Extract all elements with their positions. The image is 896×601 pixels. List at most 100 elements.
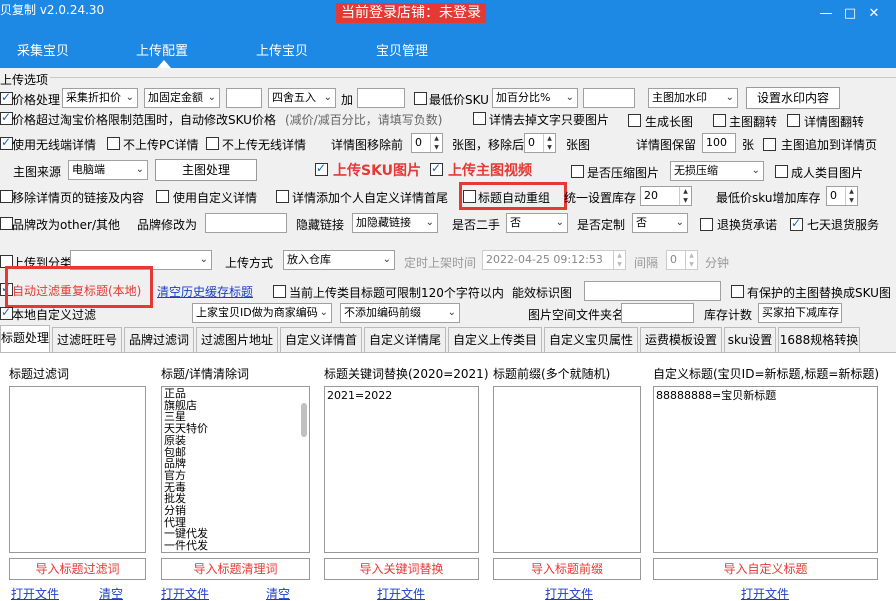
price-value-input[interactable] xyxy=(226,88,262,108)
detail-flip-checkbox[interactable] xyxy=(787,114,800,127)
main-source-select[interactable]: 电脑端 ⌄ xyxy=(68,160,148,180)
import-keyword-replace-button[interactable]: 导入关键词替换 xyxy=(324,558,479,580)
second-hand-select[interactable]: 否 ⌄ xyxy=(506,213,568,233)
brand-value-input[interactable] xyxy=(205,213,287,233)
upload-main-video-label: 上传主图视频 xyxy=(448,163,532,179)
active-tab-caret-icon xyxy=(157,60,171,68)
no-pc-detail-checkbox[interactable] xyxy=(107,137,120,150)
main-flip-checkbox[interactable] xyxy=(713,114,726,127)
open-file-link[interactable]: 打开文件 xyxy=(741,585,789,601)
interval-spinner[interactable]: 0 ▲ ▼ xyxy=(666,250,698,270)
maximize-icon[interactable]: □ xyxy=(842,6,858,22)
recognition-input[interactable] xyxy=(584,281,721,301)
keyword-replace-textarea[interactable]: 2021=2022 xyxy=(324,386,479,553)
minimize-icon[interactable]: — xyxy=(818,6,834,22)
price-mode-select[interactable]: 采集折扣价 ⌄ xyxy=(62,88,138,108)
protected-main-image-checkbox[interactable] xyxy=(731,285,744,298)
tab-filter-image-url[interactable]: 过滤图片地址 xyxy=(196,327,278,352)
adult-goods-checkbox[interactable] xyxy=(775,165,788,178)
tab-custom-category[interactable]: 自定义上传类目 xyxy=(448,327,542,352)
main-append-detail-checkbox[interactable] xyxy=(763,138,776,151)
detail-keep-label: 详情图保留 xyxy=(636,138,697,152)
tab-custom-detail-tail[interactable]: 自定义详情尾 xyxy=(364,327,446,352)
remove-text-images-checkbox[interactable] xyxy=(473,112,486,125)
custom-made-select[interactable]: 否 ⌄ xyxy=(632,213,688,233)
clear-link[interactable]: 清空 xyxy=(99,585,123,601)
tab-strip: 标题处理 过滤旺旺号 品牌过滤词 过滤图片地址 自定义详情首 自定义详情尾 自定… xyxy=(0,325,896,352)
nav-upload-config[interactable]: 上传配置 xyxy=(136,40,188,59)
nav-collect[interactable]: 采集宝贝 xyxy=(17,40,69,59)
encoding-prefix-select[interactable]: 不添加编码前缀 ⌄ xyxy=(340,303,460,323)
stock-spinner[interactable]: 20 ▲ ▼ xyxy=(640,186,692,206)
watermark-select[interactable]: 主图加水印 ⌄ xyxy=(648,88,738,108)
return-promise-label: 退换货承诺 xyxy=(717,218,778,232)
no-wireless-detail-label: 不上传无线详情 xyxy=(222,138,307,152)
stock-count-label: 库存计数 xyxy=(704,308,753,322)
tab-filter-wangwang[interactable]: 过滤旺旺号 xyxy=(52,327,122,352)
min-sku-stock-spinner[interactable]: 0 ▲ ▼ xyxy=(826,186,858,206)
min-sku-checkbox[interactable] xyxy=(414,92,427,105)
detail-custom-header-label: 详情添加个人自定义详情首尾 xyxy=(292,191,449,205)
add-percent-select[interactable]: 加百分比% ⌄ xyxy=(492,88,578,108)
rounding-select[interactable]: 四舍五入 ⌄ xyxy=(268,88,336,108)
open-file-link[interactable]: 打开文件 xyxy=(377,585,425,601)
tab-title-processing[interactable]: 标题处理 xyxy=(0,325,50,352)
move-suffix-spinner[interactable]: 0 ▲ ▼ xyxy=(524,133,556,153)
open-file-link[interactable]: 打开文件 xyxy=(11,585,59,601)
filter-words-textarea[interactable] xyxy=(9,386,146,553)
scheduled-time-input[interactable]: 2022-04-25 09:12:53 ▲ ▼ xyxy=(482,250,626,270)
long-image-checkbox[interactable] xyxy=(628,114,641,127)
stock-count-select[interactable]: 买家拍下减库存 ⌄ xyxy=(758,303,842,323)
min-sku-stock-label: 最低价sku增加库存 xyxy=(716,191,821,205)
clear-history-link[interactable]: 清空历史缓存标题 xyxy=(157,283,253,300)
tab-shipping-template[interactable]: 运费模板设置 xyxy=(640,327,722,352)
import-clean-words-button[interactable]: 导入标题清理词 xyxy=(161,558,310,580)
scrollbar-thumb[interactable] xyxy=(301,403,307,437)
open-file-link[interactable]: 打开文件 xyxy=(161,585,209,601)
watermark-content-button[interactable]: 设置水印内容 xyxy=(746,87,840,109)
nav-upload-items[interactable]: 上传宝贝 xyxy=(256,40,308,59)
tab-sku-settings[interactable]: sku设置 xyxy=(724,327,776,352)
import-filter-words-button[interactable]: 导入标题过滤词 xyxy=(9,558,146,580)
open-file-link[interactable]: 打开文件 xyxy=(545,585,593,601)
custom-detail-checkbox[interactable] xyxy=(156,190,169,203)
nav-item-manage[interactable]: 宝贝管理 xyxy=(376,40,428,59)
main-source-label: 主图来源 xyxy=(13,165,62,179)
hidden-link-label: 隐藏链接 xyxy=(296,218,345,232)
detail-keep-input[interactable]: 100 xyxy=(702,133,736,153)
upload-method-select[interactable]: 放入仓库 ⌄ xyxy=(283,250,395,270)
wireless-detail-label: 使用无线端详情 xyxy=(12,138,97,152)
percent-value-input[interactable] xyxy=(583,88,635,108)
return-promise-checkbox[interactable] xyxy=(700,218,713,231)
tab-1688-spec[interactable]: 1688规格转换 xyxy=(778,327,860,352)
move-prefix-spinner[interactable]: 0 ▲ ▼ xyxy=(411,133,443,153)
title-prefix-textarea[interactable] xyxy=(493,386,641,553)
upload-main-video-checkbox[interactable] xyxy=(430,161,443,176)
image-folder-input[interactable] xyxy=(621,303,694,323)
textarea-line: 正品 xyxy=(164,387,186,400)
detail-flip-label: 详情图翻转 xyxy=(804,115,865,129)
compression-select[interactable]: 无损压缩 ⌄ xyxy=(670,161,764,181)
import-custom-title-button[interactable]: 导入自定义标题 xyxy=(653,558,878,580)
category-limit-checkbox[interactable] xyxy=(273,285,286,298)
clear-link[interactable]: 清空 xyxy=(266,585,290,601)
detail-custom-header-checkbox[interactable] xyxy=(276,190,289,203)
main-process-button[interactable]: 主图处理 xyxy=(155,159,257,181)
detail-move-prefix-label: 详情图移除前 xyxy=(331,138,404,152)
tab-custom-attributes[interactable]: 自定义宝贝属性 xyxy=(544,327,638,352)
tab-brand-filter[interactable]: 品牌过滤词 xyxy=(124,327,194,352)
seller-id-mode-select[interactable]: 上家宝贝ID做为商家编码 ⌄ xyxy=(192,303,332,323)
upload-sku-images-checkbox[interactable] xyxy=(315,161,328,176)
clean-words-textarea[interactable]: 正品 旗舰店 三星 天天特价 原装 包邮 品牌 官方 无毒 批发 分销 代理 一键代发 一件代发 xyxy=(161,386,310,553)
no-wireless-detail-checkbox[interactable] xyxy=(206,137,219,150)
hidden-link-select[interactable]: 加隐藏链接 ⌄ xyxy=(352,213,438,233)
unified-stock-label: 统一设置库存 xyxy=(564,191,637,205)
close-icon[interactable]: ✕ xyxy=(866,6,882,22)
tab-custom-detail-head[interactable]: 自定义详情首 xyxy=(280,327,362,352)
compress-images-checkbox[interactable] xyxy=(571,165,584,178)
import-title-prefix-button[interactable]: 导入标题前缀 xyxy=(493,558,641,580)
plus-value-input[interactable] xyxy=(357,88,405,108)
seven-day-return-checkbox[interactable] xyxy=(790,216,803,231)
custom-title-textarea[interactable]: 88888888=宝贝新标题 xyxy=(653,386,878,553)
price-add-select[interactable]: 加固定金额 ⌄ xyxy=(144,88,220,108)
